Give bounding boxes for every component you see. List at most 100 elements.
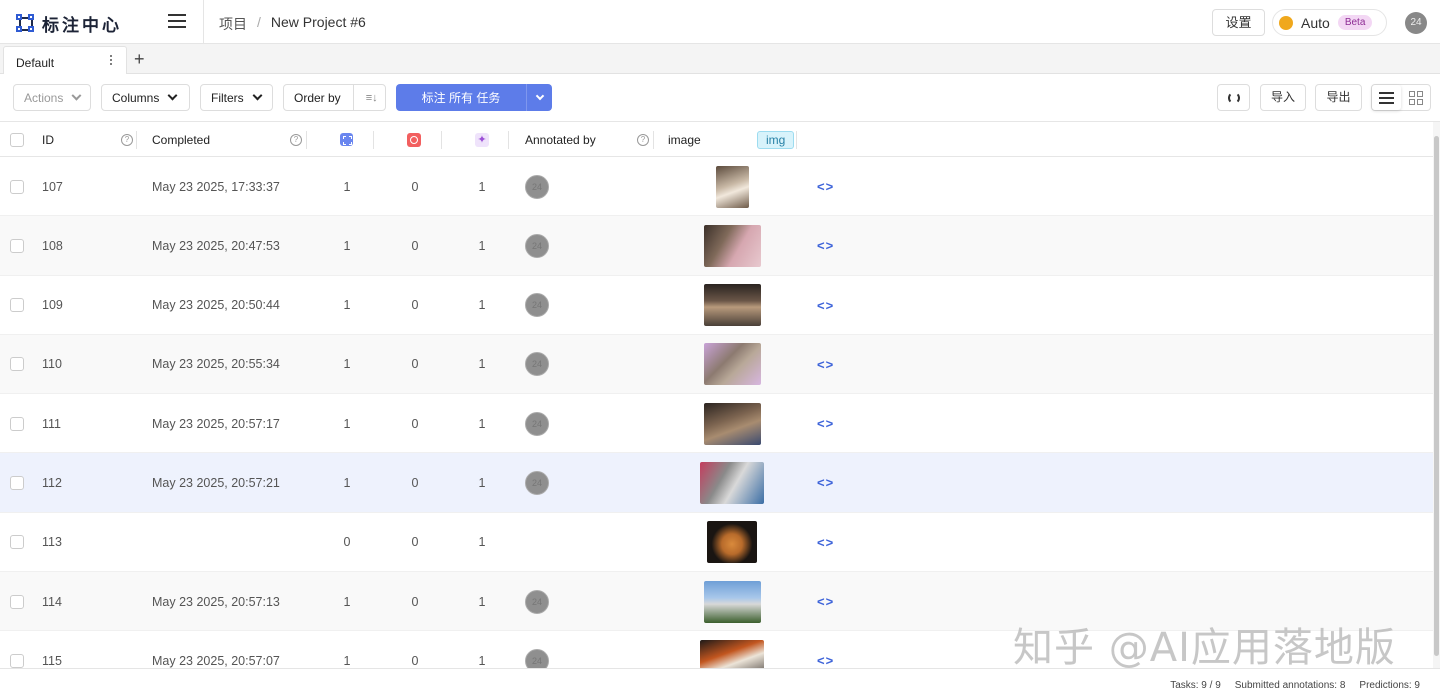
cell-annotated-by: 24: [525, 157, 549, 216]
image-thumbnail[interactable]: [703, 402, 761, 445]
row-checkbox[interactable]: [10, 335, 24, 394]
cell-source[interactable]: <>: [817, 513, 834, 572]
tab-label: Default: [16, 56, 55, 70]
image-thumbnail[interactable]: [715, 165, 749, 208]
help-icon[interactable]: ?: [290, 122, 302, 157]
image-thumbnail[interactable]: [703, 580, 761, 623]
columns-button[interactable]: Columns: [101, 84, 190, 111]
refresh-button[interactable]: [1217, 84, 1250, 111]
cell-image[interactable]: [703, 394, 761, 453]
settings-button[interactable]: 设置: [1212, 9, 1265, 36]
code-icon[interactable]: <>: [817, 179, 834, 194]
breadcrumb-projects-link[interactable]: 项目: [219, 14, 247, 34]
cell-image[interactable]: [700, 453, 764, 512]
cell-source[interactable]: <>: [817, 276, 834, 335]
column-header-cancelled[interactable]: [407, 122, 421, 157]
row-checkbox[interactable]: [10, 276, 24, 335]
theme-toggle[interactable]: Auto Beta: [1272, 9, 1387, 36]
annotations-icon: [340, 133, 353, 146]
column-header-total-annotations[interactable]: [340, 122, 353, 157]
code-icon[interactable]: <>: [817, 535, 834, 550]
code-icon[interactable]: <>: [817, 594, 834, 609]
order-by-button[interactable]: Order by ≡↓: [283, 84, 386, 111]
breadcrumb-separator: /: [257, 14, 261, 30]
table-row[interactable]: 108 May 23 2025, 20:47:53 1 0 1 24 <>: [0, 216, 1433, 276]
annotator-avatar[interactable]: 24: [525, 174, 549, 199]
image-thumbnail[interactable]: [703, 343, 761, 386]
annotator-avatar[interactable]: 24: [525, 470, 549, 495]
code-icon[interactable]: <>: [817, 475, 834, 490]
sort-icon[interactable]: ≡↓: [352, 85, 378, 110]
filters-button[interactable]: Filters: [200, 84, 273, 111]
list-view-icon[interactable]: [1372, 85, 1401, 110]
table-body: 107 May 23 2025, 17:33:37 1 0 1 24 <> 10…: [0, 157, 1433, 691]
user-avatar[interactable]: 24: [1405, 12, 1427, 34]
actions-button[interactable]: Actions: [13, 84, 91, 111]
code-icon[interactable]: <>: [817, 653, 834, 668]
cell-image[interactable]: [703, 335, 761, 394]
breadcrumb: 项目 / New Project #6: [219, 14, 366, 34]
image-thumbnail[interactable]: [703, 224, 761, 267]
tab-default[interactable]: Default: [3, 46, 127, 75]
cell-source[interactable]: <>: [817, 157, 834, 216]
row-checkbox[interactable]: [10, 572, 24, 631]
grid-view-icon[interactable]: [1401, 85, 1430, 110]
cell-source[interactable]: <>: [817, 572, 834, 631]
tab-menu-icon[interactable]: [109, 55, 113, 67]
image-tag-label: img: [757, 130, 795, 149]
table-row[interactable]: 112 May 23 2025, 20:57:21 1 0 1 24 <>: [0, 453, 1433, 513]
annotator-avatar[interactable]: 24: [525, 293, 549, 318]
cell-image[interactable]: [707, 513, 757, 572]
import-button[interactable]: 导入: [1260, 84, 1306, 111]
column-header-image[interactable]: image: [668, 122, 701, 157]
table-row[interactable]: 109 May 23 2025, 20:50:44 1 0 1 24 <>: [0, 276, 1433, 335]
code-icon[interactable]: <>: [817, 238, 834, 253]
cell-source[interactable]: <>: [817, 394, 834, 453]
table-row[interactable]: 113 0 0 1 <>: [0, 513, 1433, 573]
column-header-predictions[interactable]: ✦: [475, 122, 489, 157]
cell-image[interactable]: [715, 157, 749, 216]
chevron-down-icon: [71, 90, 82, 101]
column-header-id[interactable]: ID: [42, 122, 54, 157]
app-logo[interactable]: 标注中心: [16, 11, 122, 36]
annotator-avatar[interactable]: 24: [525, 233, 549, 258]
image-thumbnail[interactable]: [703, 284, 761, 327]
cell-source[interactable]: <>: [817, 335, 834, 394]
table-scrollbar[interactable]: [1433, 122, 1440, 668]
add-tab-button[interactable]: +: [134, 49, 145, 70]
table-row[interactable]: 107 May 23 2025, 17:33:37 1 0 1 24 <>: [0, 157, 1433, 217]
row-checkbox[interactable]: [10, 216, 24, 275]
label-all-tasks-button[interactable]: 标注 所有 任务: [396, 84, 552, 111]
row-checkbox[interactable]: [10, 513, 24, 572]
cell-id: 107: [42, 179, 63, 194]
cell-image[interactable]: [703, 216, 761, 275]
cell-source[interactable]: <>: [817, 216, 834, 275]
select-all-checkbox[interactable]: [10, 122, 24, 157]
refresh-icon: [1227, 91, 1240, 104]
column-header-annotated-by[interactable]: Annotated by: [525, 122, 596, 157]
row-checkbox[interactable]: [10, 453, 24, 512]
logo-icon: [16, 13, 36, 34]
row-checkbox[interactable]: [10, 394, 24, 453]
table-row[interactable]: 111 May 23 2025, 20:57:17 1 0 1 24 <>: [0, 394, 1433, 454]
row-checkbox[interactable]: [10, 157, 24, 216]
image-thumbnail[interactable]: [700, 461, 764, 504]
help-icon[interactable]: ?: [637, 122, 649, 157]
code-icon[interactable]: <>: [817, 416, 834, 431]
scrollbar-thumb[interactable]: [1434, 136, 1439, 656]
label-all-dropdown[interactable]: [526, 84, 552, 111]
image-thumbnail[interactable]: [707, 521, 757, 564]
annotator-avatar[interactable]: 24: [525, 589, 549, 614]
help-icon[interactable]: ?: [121, 122, 133, 157]
export-button[interactable]: 导出: [1315, 84, 1362, 111]
menu-icon[interactable]: [168, 14, 186, 28]
annotator-avatar[interactable]: 24: [525, 352, 549, 377]
annotator-avatar[interactable]: 24: [525, 411, 549, 436]
cell-image[interactable]: [703, 572, 761, 631]
cell-image[interactable]: [703, 276, 761, 335]
code-icon[interactable]: <>: [817, 357, 834, 372]
column-header-completed[interactable]: Completed: [152, 122, 210, 157]
cell-source[interactable]: <>: [817, 453, 834, 512]
code-icon[interactable]: <>: [817, 298, 834, 313]
table-row[interactable]: 110 May 23 2025, 20:55:34 1 0 1 24 <>: [0, 334, 1433, 395]
